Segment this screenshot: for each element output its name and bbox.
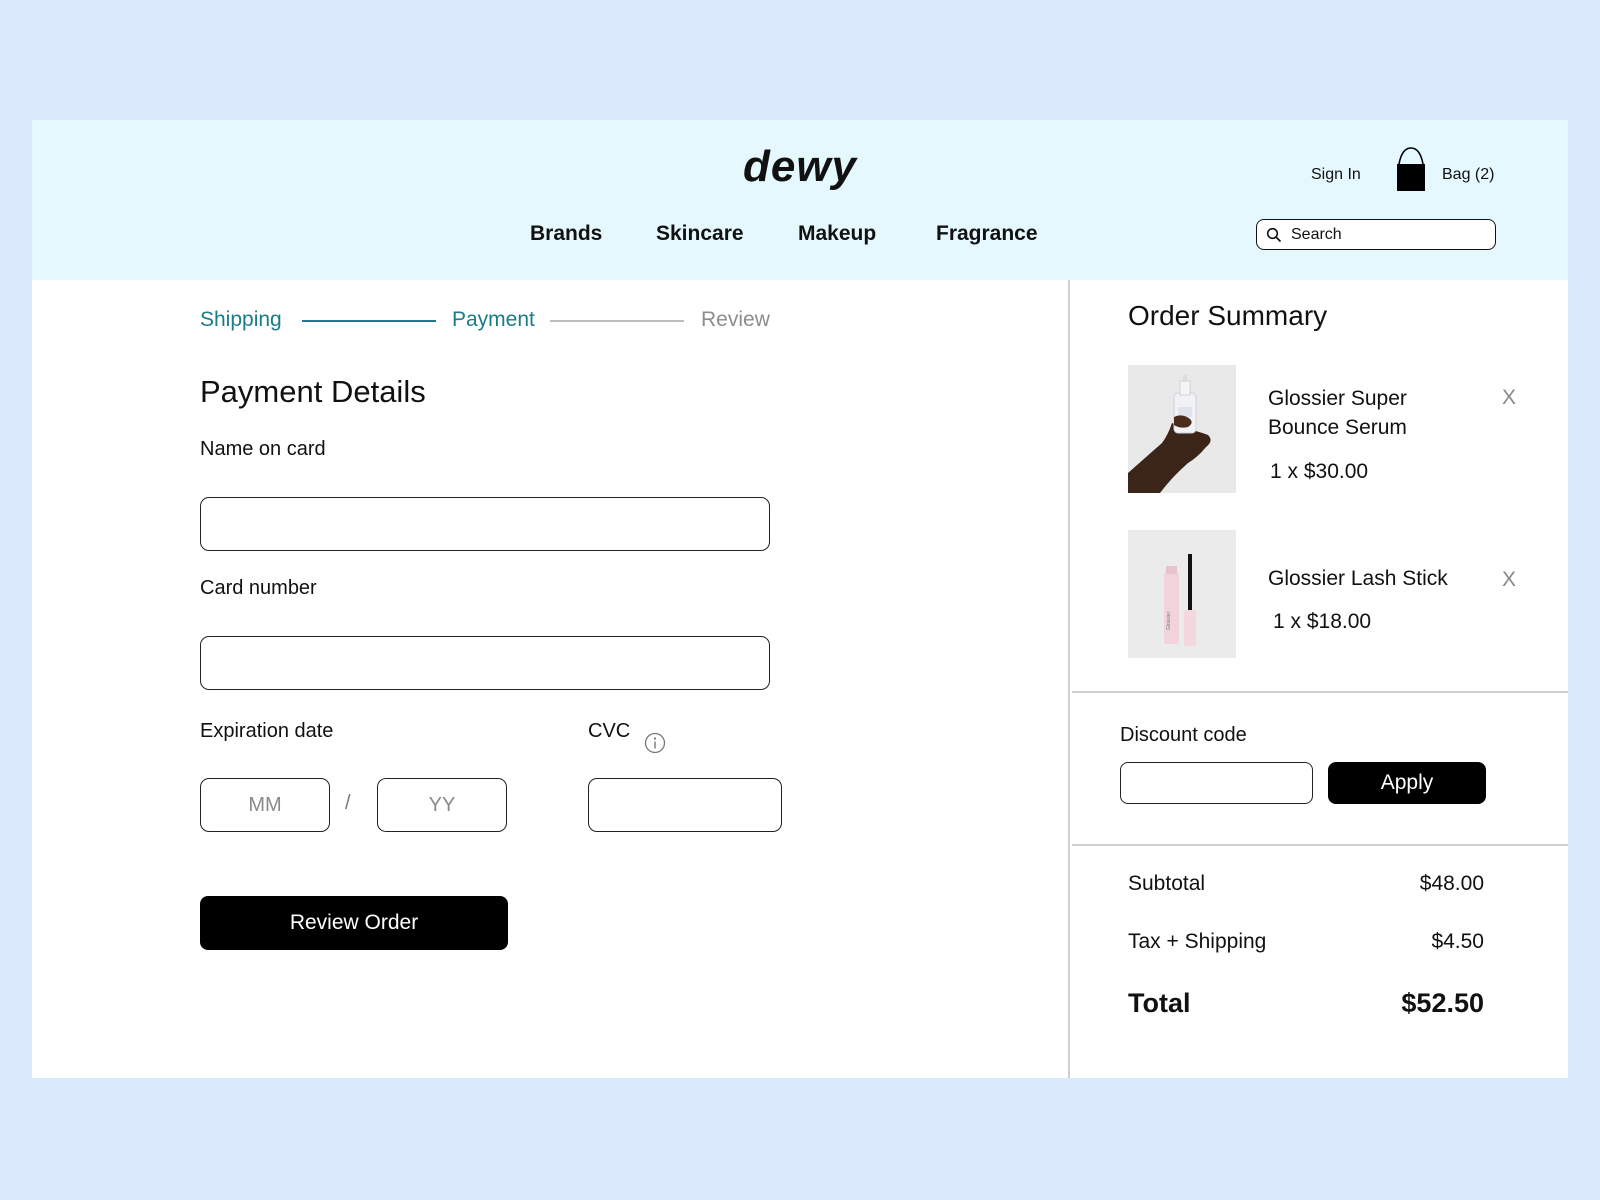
- step-connector: [550, 320, 684, 322]
- cart-item-qty-price: 1 x $30.00: [1270, 460, 1369, 483]
- nav-skincare[interactable]: Skincare: [656, 222, 744, 246]
- step-review: Review: [701, 308, 770, 331]
- mascara-product-image[interactable]: Glossier.: [1128, 530, 1236, 658]
- nav-makeup[interactable]: Makeup: [798, 222, 876, 246]
- nav-brands[interactable]: Brands: [530, 222, 602, 246]
- info-icon[interactable]: [644, 732, 666, 754]
- step-connector: [302, 320, 436, 322]
- nav-fragrance[interactable]: Fragrance: [936, 222, 1038, 246]
- step-shipping[interactable]: Shipping: [200, 308, 282, 332]
- pane-divider: [1068, 280, 1070, 1078]
- date-separator: /: [345, 792, 351, 814]
- checkout-window: dewy Brands Skincare Makeup Fragrance Si…: [32, 120, 1568, 1078]
- card-number-label: Card number: [200, 577, 317, 599]
- svg-text:Glossier.: Glossier.: [1166, 611, 1172, 630]
- search-icon: [1266, 227, 1282, 243]
- card-number-input[interactable]: [200, 636, 770, 690]
- tax-shipping-label: Tax + Shipping: [1128, 930, 1267, 953]
- cvc-label: CVC: [588, 720, 631, 742]
- step-payment[interactable]: Payment: [452, 308, 535, 332]
- section-divider: [1072, 844, 1568, 846]
- section-divider: [1072, 691, 1568, 693]
- page-title: Payment Details: [200, 374, 426, 409]
- site-header: dewy Brands Skincare Makeup Fragrance Si…: [32, 120, 1568, 280]
- cart-item-name[interactable]: Glossier Super Bounce Serum: [1268, 384, 1448, 442]
- discount-code-label: Discount code: [1120, 724, 1247, 746]
- cvc-input[interactable]: [588, 778, 782, 832]
- name-on-card-input[interactable]: [200, 497, 770, 551]
- order-summary-title: Order Summary: [1128, 300, 1328, 331]
- subtotal-value: $48.00: [1419, 872, 1484, 895]
- cart-item-name[interactable]: Glossier Lash Stick: [1268, 564, 1488, 593]
- discount-code-input[interactable]: [1120, 762, 1313, 804]
- total-value: $52.50: [1401, 988, 1484, 1018]
- shopping-bag-icon[interactable]: [1396, 146, 1426, 192]
- subtotal-label: Subtotal: [1128, 872, 1206, 895]
- search-box[interactable]: [1256, 219, 1496, 250]
- remove-item-button[interactable]: X: [1502, 568, 1516, 592]
- exp-year-input[interactable]: [377, 778, 507, 832]
- sign-in-link[interactable]: Sign In: [1311, 166, 1361, 184]
- bag-link[interactable]: Bag (2): [1442, 166, 1494, 184]
- expiration-date-label: Expiration date: [200, 720, 334, 742]
- total-label: Total: [1128, 988, 1191, 1018]
- exp-month-input[interactable]: [200, 778, 330, 832]
- tax-shipping-value: $4.50: [1431, 930, 1484, 953]
- apply-discount-button[interactable]: Apply: [1328, 762, 1486, 804]
- name-on-card-label: Name on card: [200, 438, 326, 460]
- search-input[interactable]: [1291, 224, 1486, 245]
- serum-product-image[interactable]: [1128, 365, 1236, 493]
- cart-item-qty-price: 1 x $18.00: [1273, 610, 1372, 633]
- review-order-button[interactable]: Review Order: [200, 896, 508, 950]
- remove-item-button[interactable]: X: [1502, 386, 1516, 410]
